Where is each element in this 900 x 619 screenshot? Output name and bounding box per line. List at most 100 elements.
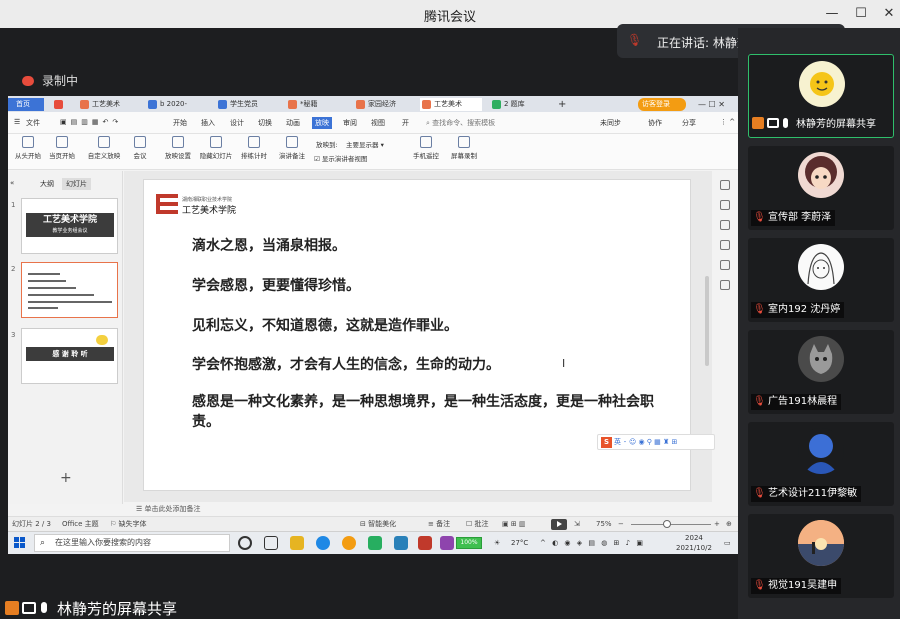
tab-doc[interactable]: 家园经济 <box>354 98 414 111</box>
tool-icon[interactable] <box>720 240 730 250</box>
tab-doc-active[interactable]: 工艺美术 <box>420 98 482 111</box>
menu-start[interactable]: 开始 <box>173 118 187 128</box>
notes-area[interactable]: ☰ 单击此处添加备注 <box>124 502 738 516</box>
vertical-scrollbar[interactable] <box>705 276 709 366</box>
display-select[interactable]: 主要显示器 ▾ <box>346 139 384 149</box>
tool-icon[interactable] <box>720 220 730 230</box>
menu-review[interactable]: 审阅 <box>343 118 357 128</box>
menu-slideshow[interactable]: 放映 <box>312 117 332 129</box>
weather-temp[interactable]: 27°C <box>511 532 528 554</box>
menu-dev[interactable]: 开 <box>402 118 409 128</box>
screen-record-button[interactable]: 屏幕录制 <box>444 136 484 160</box>
menu-design[interactable]: 设计 <box>230 118 244 128</box>
search-icon: ⌕ <box>40 538 46 548</box>
participant-tile[interactable]: 🎙 宣传部 李蔚泽 <box>748 146 894 230</box>
presenter-view-checkbox[interactable]: ☑ 显示演讲者视图 <box>314 153 367 163</box>
participant-tile[interactable]: 🎙 艺术设计211伊黎敏 <box>748 422 894 506</box>
zoom-slider[interactable] <box>631 524 711 525</box>
browser-icon[interactable] <box>342 536 356 550</box>
tab-doc[interactable]: 工艺美术 <box>78 98 134 111</box>
tab-outline[interactable]: 大纲 <box>40 179 54 189</box>
tab-slides[interactable]: 幻灯片 <box>62 178 91 190</box>
hamburger-icon[interactable]: ☰ <box>14 118 20 126</box>
search-command-input[interactable]: ⌕ 查找命令、搜索模板 <box>426 118 495 128</box>
window-controls[interactable]: — ☐ ✕ <box>698 98 734 111</box>
weather-icon[interactable]: ☀ <box>494 532 500 554</box>
tab-doc[interactable]: *秘籍 <box>286 98 346 111</box>
tab-doc[interactable]: 学生党员 <box>216 98 276 111</box>
menu-file[interactable]: 文件 <box>26 118 40 128</box>
participant-tile[interactable]: 🎙 视觉191吴建申 <box>748 514 894 598</box>
zoom-out-icon[interactable]: − <box>618 517 624 532</box>
slide-thumbnail-1[interactable]: 工艺美术学院 教学业务组会议 <box>21 198 118 254</box>
zoom-in-icon[interactable]: + <box>714 517 720 532</box>
more-icon[interactable]: ⋮ ^ <box>720 118 735 126</box>
meeting-button[interactable]: 会议 <box>120 136 160 160</box>
phone-remote-button[interactable]: 手机遥控 <box>406 136 446 160</box>
ime-toolbar[interactable]: S英 ･ ☺ ◉ ⚲ ▦ ♜ ⊞ <box>597 434 715 450</box>
wechat-icon[interactable] <box>368 536 382 550</box>
play-current-button[interactable]: 当页开始 <box>42 136 82 160</box>
tool-icon[interactable] <box>720 260 730 270</box>
share-button[interactable]: 分享 <box>682 118 696 128</box>
system-tray-icons[interactable]: ^ ◐ ◉ ◈ ▤ ◍ ⊞ ♪ ▣ <box>540 532 645 554</box>
minimize-icon[interactable]: — <box>822 4 842 24</box>
hide-slide-button[interactable]: 隐藏幻灯片 <box>196 136 236 160</box>
zoom-arrows[interactable]: ⇲ <box>574 517 580 532</box>
slide-thumbnail-3[interactable]: 感 谢 聆 听 <box>21 328 118 384</box>
battery-indicator[interactable]: 100% <box>456 537 482 549</box>
fit-icon[interactable]: ⊕ <box>726 517 732 532</box>
rehearse-timing-button[interactable]: 排练计时 <box>234 136 274 160</box>
menu-view[interactable]: 视图 <box>371 118 385 128</box>
app-icon[interactable] <box>440 536 454 550</box>
cortana-icon[interactable] <box>238 536 252 550</box>
zoom-level[interactable]: 75% <box>596 517 612 532</box>
participant-tile[interactable]: 林静芳的屏幕共享 <box>748 54 894 138</box>
zoom-slider-knob[interactable] <box>663 520 671 528</box>
edge-icon[interactable] <box>316 536 330 550</box>
guest-login-button[interactable]: 访客登录 <box>638 98 686 111</box>
custom-show-button[interactable]: 自定义放映 <box>84 136 124 160</box>
comments-toggle[interactable]: ☐ 批注 <box>466 517 489 532</box>
tab-doc[interactable]: b 2020- <box>146 98 206 111</box>
meeting-app-icon[interactable] <box>394 536 408 550</box>
view-mode-icons[interactable]: ▣ ⊞ ▥ <box>502 517 526 532</box>
play-slideshow-icon[interactable] <box>551 519 567 530</box>
new-tab-icon[interactable]: + <box>558 98 568 111</box>
wps-app-icon[interactable] <box>418 536 432 550</box>
menu-transition[interactable]: 切换 <box>258 118 272 128</box>
tool-icon[interactable] <box>720 200 730 210</box>
tool-icon[interactable] <box>720 280 730 290</box>
participant-tile[interactable]: 🎙 室内192 沈丹婷 <box>748 238 894 322</box>
tab-doc[interactable]: 2 题库 <box>490 98 552 111</box>
tool-icon[interactable] <box>720 180 730 190</box>
tab-home[interactable]: 首页 <box>8 98 44 111</box>
avatar <box>799 61 845 107</box>
sync-status[interactable]: 未同步 <box>600 118 621 128</box>
menu-insert[interactable]: 插入 <box>201 118 215 128</box>
collaborate-button[interactable]: 协作 <box>648 118 662 128</box>
notification-icon[interactable]: ▭ <box>724 532 731 554</box>
file-explorer-icon[interactable] <box>290 536 304 550</box>
taskbar-clock[interactable]: 2024 2021/10/2 <box>676 533 712 553</box>
collapse-icon[interactable]: « <box>10 179 14 187</box>
document-tabs: 首页 工艺美术 b 2020- 学生党员 *秘籍 家园经济 工艺美术 2 题库 … <box>8 96 738 112</box>
maximize-icon[interactable]: ☐ <box>851 4 871 24</box>
close-icon[interactable]: ✕ <box>879 4 899 24</box>
missing-font-button[interactable]: ⚐ 缺失字体 <box>110 517 147 532</box>
mic-muted-icon: 🎙 <box>753 304 766 315</box>
menu-animation[interactable]: 动画 <box>286 118 300 128</box>
quick-access-icons[interactable]: ▣▤▥▦↶↷ <box>60 118 122 126</box>
windows-start-icon[interactable] <box>14 537 26 549</box>
add-slide-icon[interactable]: + <box>60 470 72 486</box>
taskbar-search-input[interactable]: ⌕ 在这里输入你要搜索的内容 <box>34 534 230 552</box>
notes-toggle[interactable]: ≡ 备注 <box>428 517 450 532</box>
timer-icon <box>248 136 260 148</box>
slide-thumbnail-2[interactable] <box>21 262 118 318</box>
task-view-icon[interactable] <box>264 536 278 550</box>
speaker-notes-button[interactable]: 演讲备注 <box>272 136 312 160</box>
smart-beautify-button[interactable]: ⊟ 智能美化 <box>360 517 396 532</box>
participant-tile[interactable]: 🎙 广告191林晨程 <box>748 330 894 414</box>
tab-wps-logo[interactable] <box>52 98 70 111</box>
show-settings-button[interactable]: 放映设置 <box>158 136 198 160</box>
